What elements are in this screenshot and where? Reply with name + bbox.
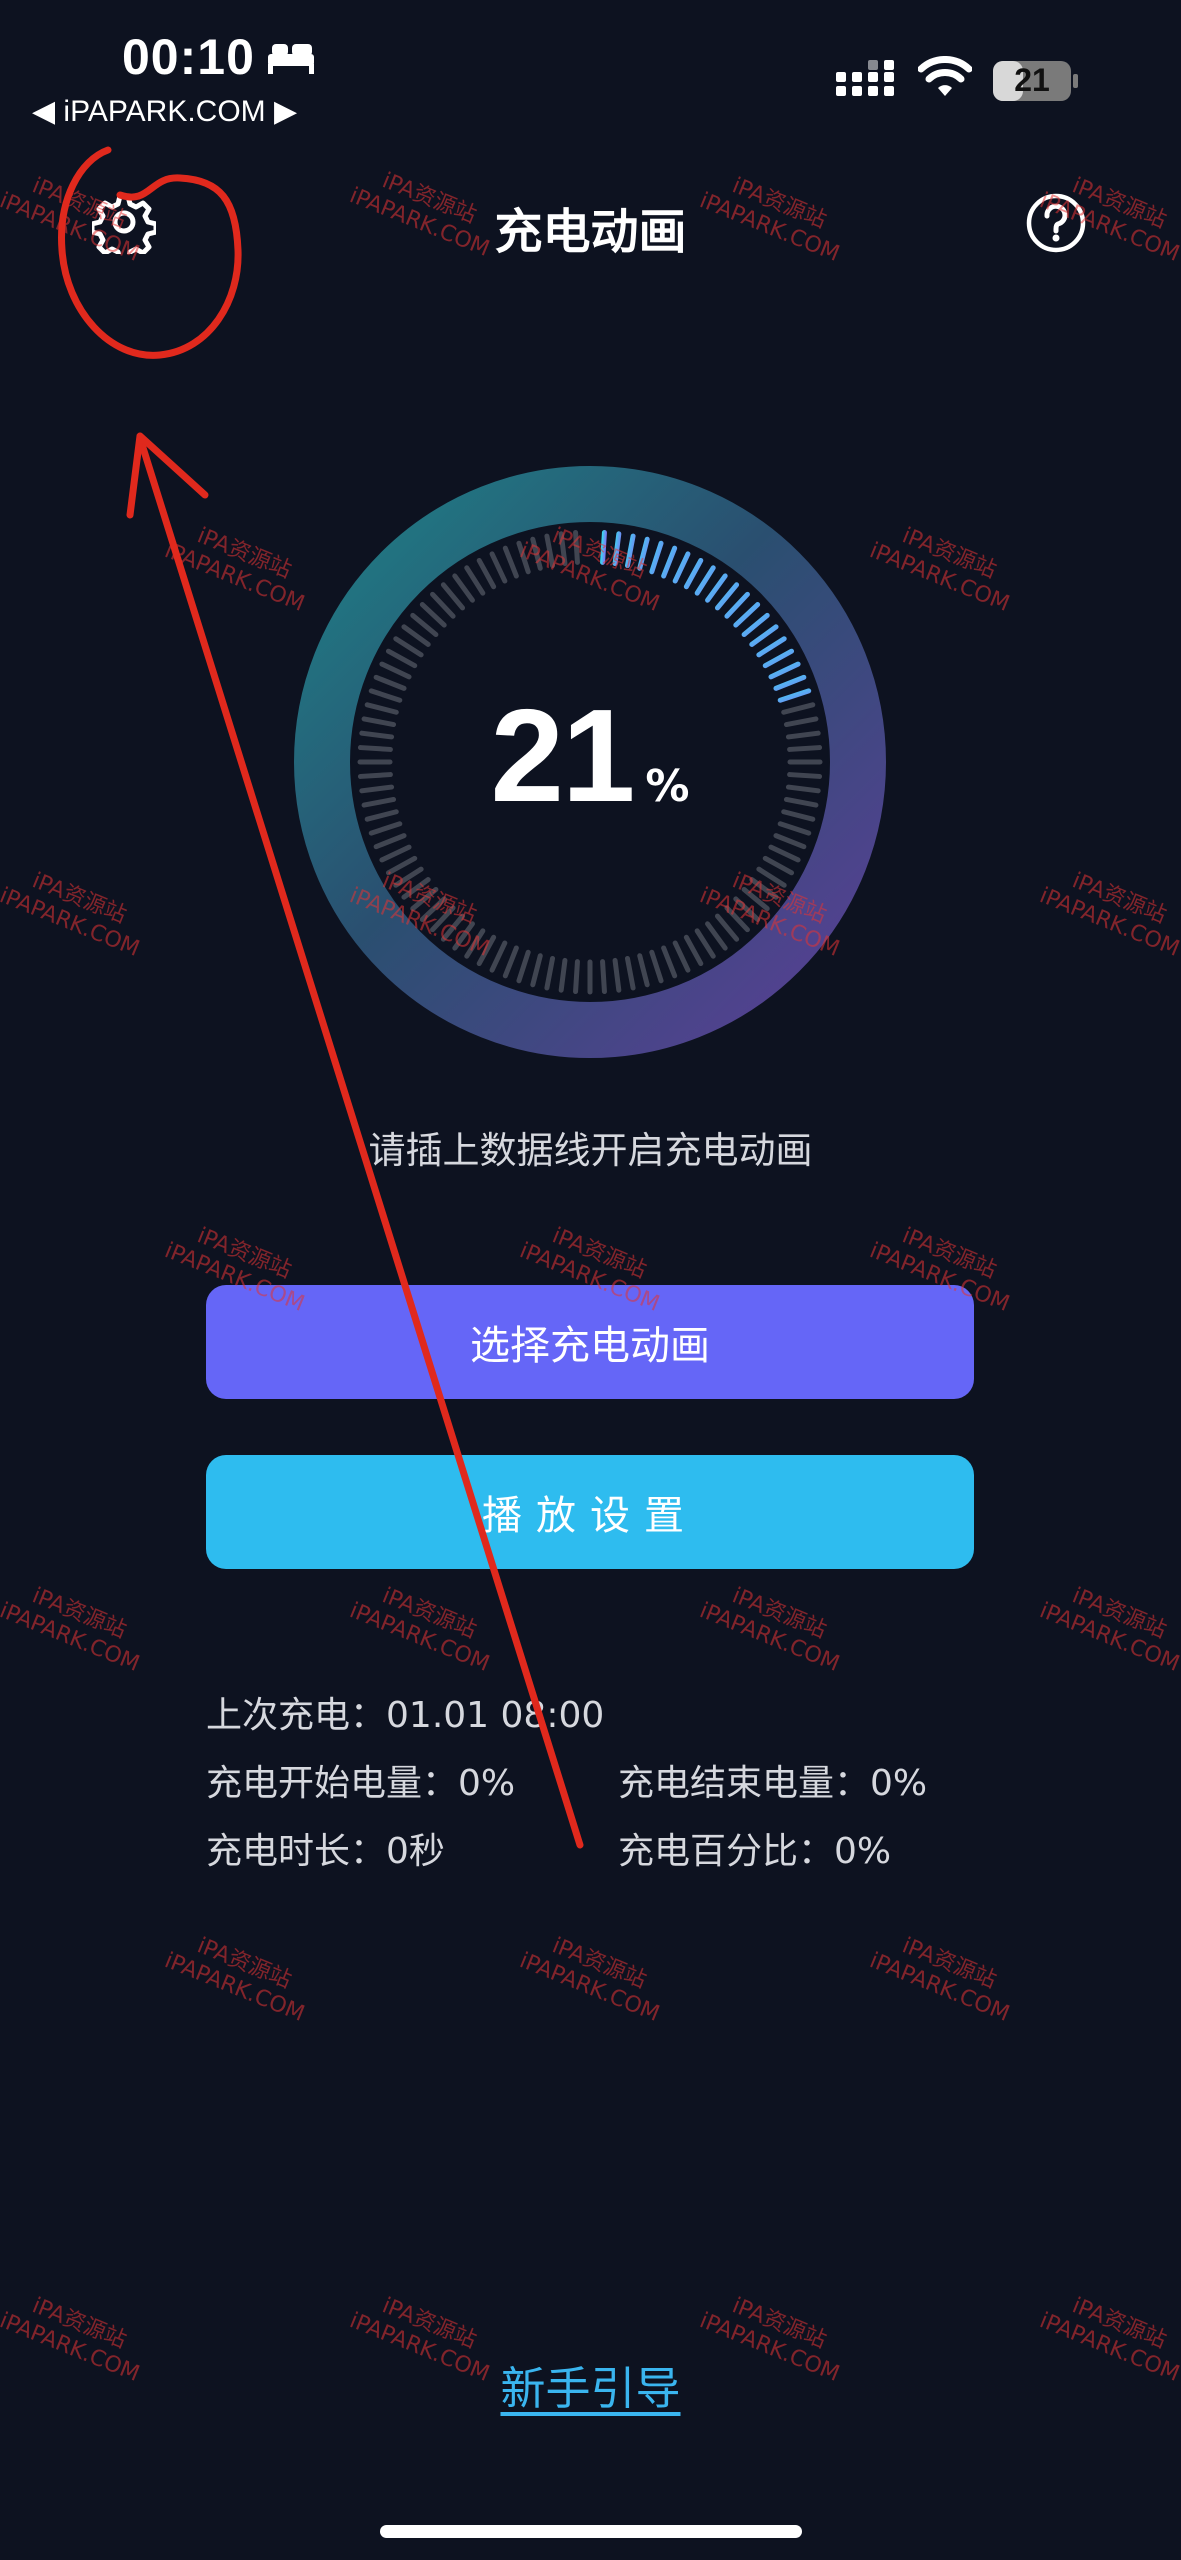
- duration-row: 充电时长：0秒: [206, 1822, 445, 1874]
- charge-hint: 请插上数据线开启充电动画: [368, 1129, 813, 1172]
- end-level-label: 充电结束电量：: [618, 1763, 871, 1804]
- watermark: iPA资源站 iPAPARK.COM: [346, 1583, 493, 1677]
- signal-icon: [836, 60, 894, 96]
- percentage-value: 0%: [834, 1831, 892, 1872]
- ring-tick: [600, 959, 607, 995]
- wifi-icon: [918, 56, 972, 96]
- watermark: iPA资源站 iPAPARK.COM: [0, 1583, 143, 1677]
- beginner-guide-link[interactable]: 新手引导: [0, 2352, 1181, 2417]
- page-title: 充电动画: [494, 204, 687, 260]
- start-level-value: 0%: [458, 1763, 516, 1804]
- percentage-row: 充电百分比：0%: [618, 1822, 891, 1874]
- battery-icon: 21: [992, 60, 1080, 102]
- watermark: iPA资源站 iPAPARK.COM: [866, 1933, 1013, 2027]
- end-level-value: 0%: [870, 1763, 928, 1804]
- play-settings-button[interactable]: 播放设置: [206, 1455, 974, 1569]
- watermark: iPA资源站 iPAPARK.COM: [161, 1933, 308, 2027]
- start-level-row: 充电开始电量：0%: [206, 1754, 515, 1806]
- watermark: iPA资源站 iPAPARK.COM: [1036, 1583, 1181, 1677]
- ring-tick: [573, 529, 580, 565]
- status-time: 00:10: [122, 29, 255, 85]
- last-charge-label: 上次充电：: [206, 1695, 387, 1736]
- start-level-label: 充电开始电量：: [206, 1763, 459, 1804]
- help-icon[interactable]: [1025, 192, 1087, 254]
- watermark: iPA资源站 iPAPARK.COM: [1036, 868, 1181, 962]
- charge-percent-sign: %: [645, 761, 690, 812]
- battery-level: 21: [1014, 62, 1050, 98]
- home-indicator[interactable]: [380, 2525, 802, 2538]
- watermark: iPA资源站 iPAPARK.COM: [516, 1933, 663, 2027]
- back-to-app-link[interactable]: ◀ iPAPARK.COM ▶: [32, 94, 297, 129]
- choose-animation-button[interactable]: 选择充电动画: [206, 1285, 974, 1399]
- percentage-label: 充电百分比：: [618, 1831, 835, 1872]
- charge-percent-value: 21: [490, 682, 636, 829]
- annotation-arrowhead: [126, 432, 209, 519]
- annotation-overlay: [58, 146, 584, 1849]
- ring-tick-active: [600, 529, 607, 565]
- watermark: iPA资源站 iPAPARK.COM: [696, 1583, 843, 1677]
- watermark: iPA资源站 iPAPARK.COM: [0, 868, 143, 962]
- duration-label: 充电时长：: [206, 1831, 387, 1872]
- last-charge-value: 01.01 08:00: [386, 1695, 605, 1736]
- last-charge-row: 上次充电：01.01 08:00: [206, 1686, 604, 1738]
- bed-icon: [268, 44, 314, 74]
- charge-percent: 21%: [290, 680, 890, 831]
- ring-tick: [573, 959, 580, 995]
- end-level-row: 充电结束电量：0%: [618, 1754, 927, 1806]
- duration-value: 0秒: [386, 1831, 445, 1872]
